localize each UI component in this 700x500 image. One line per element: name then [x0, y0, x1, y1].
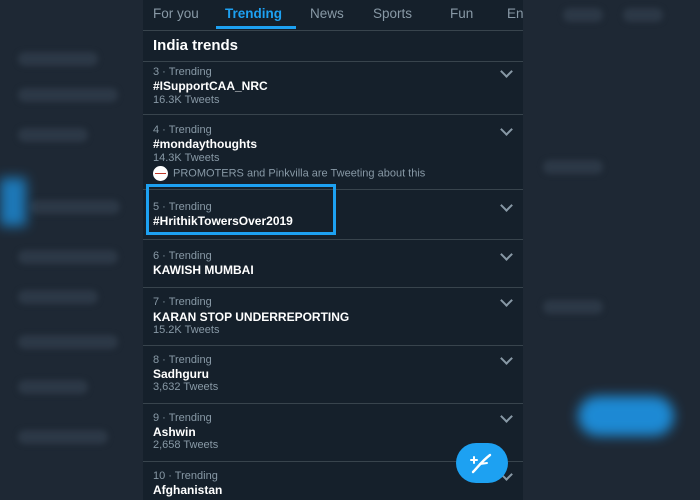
chevron-down-icon[interactable] [500, 123, 513, 136]
trend-name: Ashwin [153, 425, 196, 439]
trend-tweet-count: 2,658 Tweets [153, 439, 219, 451]
trend-tweet-count: 16.3K Tweets [153, 94, 220, 106]
chevron-down-icon[interactable] [500, 352, 513, 365]
trend-tweet-count: 3,632 Tweets [153, 381, 219, 393]
trend-name: #mondaythoughts [153, 137, 257, 151]
trend-name: Sadhguru [153, 367, 209, 381]
tab-sports[interactable]: Sports [373, 6, 412, 21]
trend-rank: 4 · Trending [153, 124, 212, 136]
trend-name: Afghanistan [153, 483, 223, 497]
blurred-fab [578, 396, 674, 436]
trend-item[interactable]: 3 · Trending #ISupportCAA_NRC 16.3K Twee… [143, 62, 523, 115]
trend-rank: 9 · Trending [153, 412, 212, 424]
chevron-down-icon[interactable] [500, 248, 513, 261]
trend-name: KARAN STOP UNDERREPORTING [153, 310, 350, 324]
trend-item[interactable]: 7 · Trending KARAN STOP UNDERREPORTING 1… [143, 288, 523, 346]
trend-item[interactable]: 6 · Trending KAWISH MUMBAI [143, 240, 523, 288]
promoter-avatar-icon [153, 166, 168, 181]
trend-rank: 3 · Trending [153, 66, 212, 78]
section-title: India trends [153, 37, 239, 54]
twitter-explore-screen: For you Trending News Sports Fun En Indi… [143, 0, 523, 500]
trend-rank: 7 · Trending [153, 296, 212, 308]
tab-trending[interactable]: Trending [225, 6, 282, 21]
tab-news[interactable]: News [310, 6, 344, 21]
chevron-down-icon[interactable] [500, 294, 513, 307]
trend-context-text: PROMOTERS and Pinkvilla are Tweeting abo… [173, 167, 426, 180]
trend-name: #ISupportCAA_NRC [153, 79, 268, 93]
chevron-down-icon[interactable] [500, 65, 513, 78]
trend-item[interactable]: 4 · Trending #mondaythoughts 14.3K Tweet… [143, 115, 523, 190]
trend-context: PROMOTERS and Pinkvilla are Tweeting abo… [153, 166, 425, 181]
trend-rank: 6 · Trending [153, 250, 212, 262]
explore-tab-bar: For you Trending News Sports Fun En [143, 0, 523, 31]
chevron-down-icon[interactable] [500, 410, 513, 423]
highlight-box [146, 184, 336, 235]
active-tab-indicator [216, 26, 296, 29]
trend-item[interactable]: 8 · Trending Sadhguru 3,632 Tweets [143, 346, 523, 404]
compose-tweet-button[interactable] [456, 443, 508, 483]
trend-tweet-count: 14.3K Tweets [153, 152, 220, 164]
tab-fun[interactable]: Fun [450, 6, 473, 21]
tab-entertainment[interactable]: En [507, 6, 523, 21]
trend-tweet-count: 15.2K Tweets [153, 324, 220, 336]
tab-for-you[interactable]: For you [153, 6, 199, 21]
trend-name: KAWISH MUMBAI [153, 263, 254, 277]
blurred-background-left [0, 0, 143, 500]
compose-tweet-icon [470, 453, 492, 474]
chevron-down-icon[interactable] [500, 199, 513, 212]
trend-rank: 8 · Trending [153, 354, 212, 366]
trend-rank: 10 · Trending [153, 470, 218, 482]
